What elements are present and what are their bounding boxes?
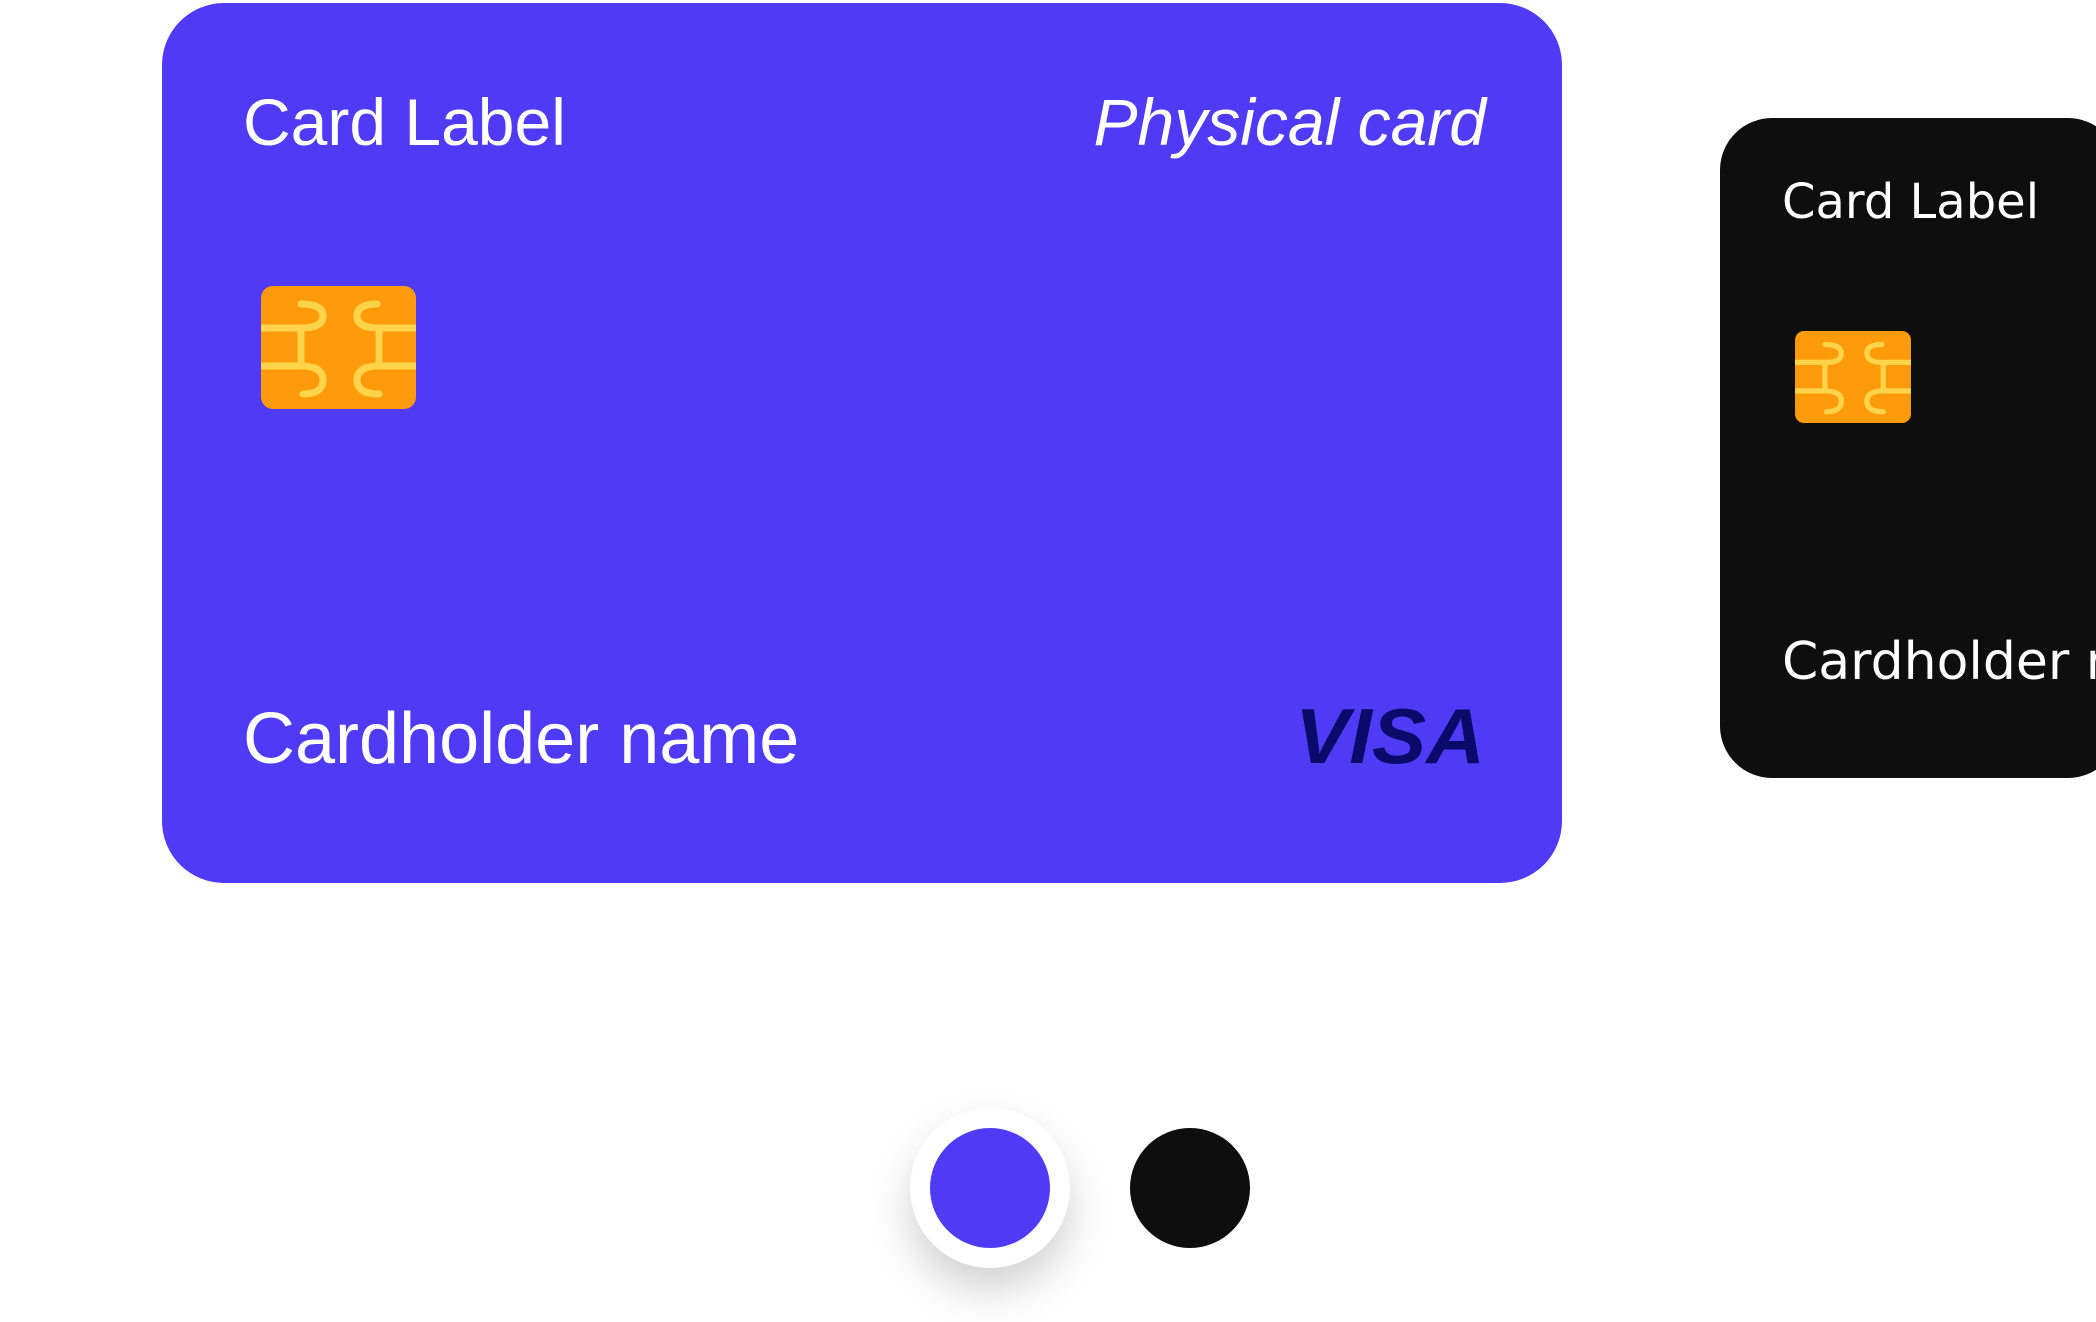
visa-logo-icon: VISA: [1295, 703, 1485, 769]
visa-logo-text: VISA: [1295, 703, 1485, 769]
chip-icon: [261, 286, 416, 409]
color-swatch-blue-dot: [930, 1128, 1050, 1248]
chip-icon: [1795, 331, 1911, 423]
color-swatch-blue[interactable]: [910, 1108, 1070, 1268]
card-label: Card Label: [1782, 174, 2040, 230]
card-type: Physical card: [1093, 85, 1487, 159]
cardholder-name: Cardholder name: [243, 699, 800, 779]
card-label: Card Label: [243, 85, 566, 159]
primary-card[interactable]: Card Label Physical card Cardholder name…: [162, 3, 1562, 883]
cardholder-name: Cardholder name: [1782, 632, 2096, 692]
color-swatch-black[interactable]: [1130, 1128, 1250, 1248]
secondary-card[interactable]: Card Label Cardholder name: [1720, 118, 2096, 778]
